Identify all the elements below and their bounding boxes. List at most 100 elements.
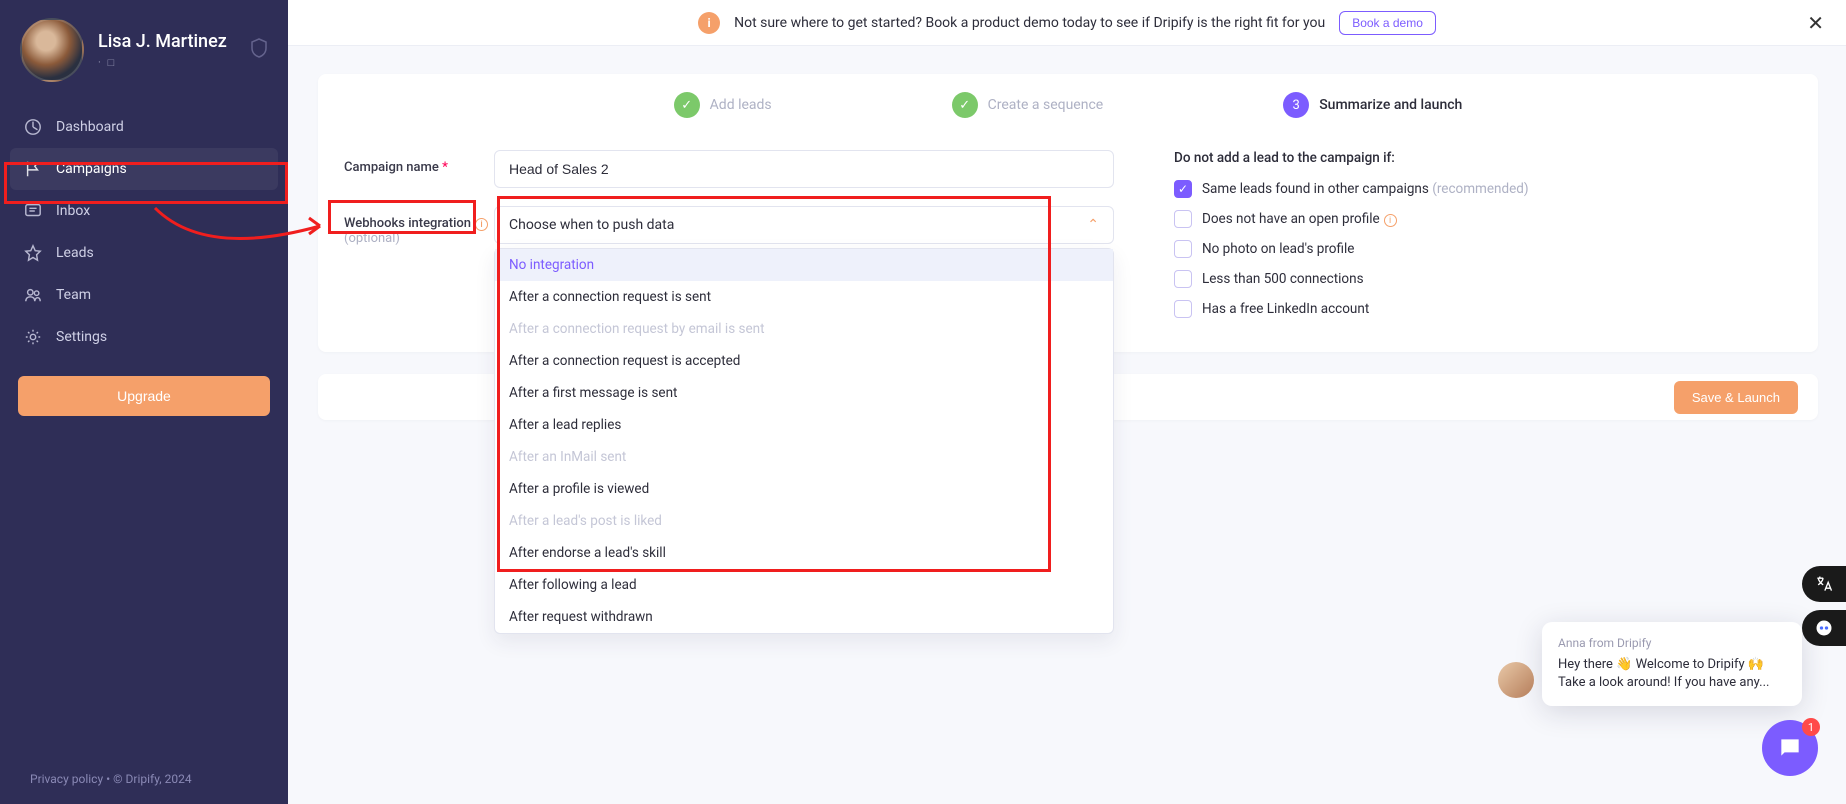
exclude-no-photo[interactable]: No photo on lead's profile [1174, 240, 1792, 258]
campaign-name-label: Campaign name * [344, 150, 494, 175]
chat-avatar [1498, 662, 1534, 698]
nav-label: Settings [56, 329, 107, 345]
dropdown-option: After a connection request by email is s… [495, 313, 1113, 345]
dropdown-option[interactable]: After a connection request is sent [495, 281, 1113, 313]
book-demo-button[interactable]: Book a demo [1339, 11, 1436, 35]
step-create-sequence[interactable]: ✓ Create a sequence [952, 92, 1104, 118]
campaign-name-input[interactable] [494, 150, 1114, 188]
gear-icon [24, 328, 42, 346]
checkbox-icon[interactable] [1174, 300, 1192, 318]
dropdown-option: After a lead's post is liked [495, 505, 1113, 537]
user-avatar[interactable] [20, 18, 84, 82]
sidebar-item-inbox[interactable]: Inbox [10, 190, 278, 232]
checkbox-icon[interactable]: ✓ [1174, 180, 1192, 198]
step-label: Create a sequence [988, 97, 1104, 113]
chat-launcher-button[interactable]: 1 [1762, 720, 1818, 776]
dashboard-icon [24, 118, 42, 136]
privacy-link[interactable]: Privacy policy [30, 772, 103, 786]
dropdown-option[interactable]: No integration [495, 249, 1113, 281]
sidebar: Lisa J. Martinez · □ Dashboard Campaigns… [0, 0, 288, 804]
save-launch-button[interactable]: Save & Launch [1674, 381, 1798, 414]
form-body: Campaign name * Webhooks integrationi (o… [344, 136, 1792, 330]
step-label: Summarize and launch [1319, 97, 1462, 113]
footer-sep: • [103, 772, 113, 786]
exclude-low-connections[interactable]: Less than 500 connections [1174, 270, 1792, 288]
webhook-row: Webhooks integrationi (optional) Choose … [344, 206, 1114, 246]
chat-sender: Anna from Dripify [1558, 636, 1786, 650]
check-icon: ✓ [674, 92, 700, 118]
upgrade-button[interactable]: Upgrade [18, 376, 270, 416]
webhook-label: Webhooks integrationi (optional) [344, 206, 494, 246]
wizard-steps: ✓ Add leads ✓ Create a sequence 3 Summar… [344, 92, 1792, 118]
sidebar-footer: Privacy policy • © Dripify, 2024 [0, 754, 288, 804]
copyright: © Dripify, 2024 [113, 772, 191, 786]
exclusion-rules: Do not add a lead to the campaign if: ✓ … [1174, 150, 1792, 330]
translate-icon [1814, 574, 1834, 594]
sidebar-item-settings[interactable]: Settings [10, 316, 278, 358]
inbox-icon [24, 202, 42, 220]
step-summarize-launch[interactable]: 3 Summarize and launch [1283, 92, 1462, 118]
info-icon[interactable]: i [1384, 214, 1397, 227]
nav-label: Leads [56, 245, 94, 261]
nav-list: Dashboard Campaigns Inbox Leads Team Set… [0, 106, 288, 358]
user-name: Lisa J. Martinez [98, 31, 227, 52]
step-add-leads[interactable]: ✓ Add leads [674, 92, 772, 118]
checkbox-icon[interactable] [1174, 240, 1192, 258]
info-icon[interactable]: i [475, 218, 488, 231]
form-left-col: Campaign name * Webhooks integrationi (o… [344, 150, 1114, 330]
sidebar-item-dashboard[interactable]: Dashboard [10, 106, 278, 148]
webhook-select-head[interactable]: Choose when to push data ⌃ [494, 206, 1114, 244]
demo-banner: i Not sure where to get started? Book a … [288, 0, 1846, 46]
dropdown-option[interactable]: After following a lead [495, 569, 1113, 601]
chat-popup[interactable]: Anna from Dripify Hey there 👋 Welcome to… [1542, 622, 1802, 706]
shield-icon [250, 38, 268, 62]
nav-label: Campaigns [56, 161, 127, 177]
step-label: Add leads [710, 97, 772, 113]
checkbox-icon[interactable] [1174, 210, 1192, 228]
exclusion-title: Do not add a lead to the campaign if: [1174, 150, 1792, 166]
flag-icon [24, 160, 42, 178]
dropdown-option[interactable]: After a first message is sent [495, 377, 1113, 409]
float-widget-translate[interactable] [1802, 566, 1846, 602]
dropdown-option[interactable]: After a connection request is accepted [495, 345, 1113, 377]
banner-text: Not sure where to get started? Book a pr… [734, 15, 1325, 31]
info-icon: i [698, 12, 720, 34]
dropdown-option[interactable]: After request withdrawn [495, 601, 1113, 633]
webhook-dropdown: No integrationAfter a connection request… [494, 248, 1114, 634]
chat-icon [1777, 735, 1803, 761]
check-icon: ✓ [952, 92, 978, 118]
check-label: Has a free LinkedIn account [1202, 301, 1369, 317]
nav-label: Inbox [56, 203, 90, 219]
user-subtitle: · □ [98, 56, 227, 69]
campaign-wizard-card: ✓ Add leads ✓ Create a sequence 3 Summar… [318, 74, 1818, 352]
chat-unread-badge: 1 [1802, 718, 1820, 736]
exclude-same-leads[interactable]: ✓ Same leads found in other campaigns (r… [1174, 180, 1792, 198]
dropdown-option[interactable]: After a lead replies [495, 409, 1113, 441]
team-icon [24, 286, 42, 304]
select-placeholder: Choose when to push data [509, 217, 674, 233]
exclude-free-account[interactable]: Has a free LinkedIn account [1174, 300, 1792, 318]
sidebar-item-team[interactable]: Team [10, 274, 278, 316]
close-icon[interactable]: ✕ [1807, 11, 1824, 35]
nav-label: Dashboard [56, 119, 124, 135]
campaign-name-row: Campaign name * [344, 150, 1114, 188]
sidebar-item-leads[interactable]: Leads [10, 232, 278, 274]
chevron-up-icon: ⌃ [1087, 217, 1099, 233]
bot-icon [1814, 618, 1834, 638]
check-label: Same leads found in other campaigns (rec… [1202, 181, 1529, 197]
checkbox-icon[interactable] [1174, 270, 1192, 288]
dropdown-option[interactable]: After a profile is viewed [495, 473, 1113, 505]
sidebar-item-campaigns[interactable]: Campaigns [10, 148, 278, 190]
chat-message: Hey there 👋 Welcome to Dripify 🙌 Take a … [1558, 656, 1786, 692]
profile-block: Lisa J. Martinez · □ [0, 0, 288, 106]
check-label: Does not have an open profilei [1202, 211, 1397, 227]
star-icon [24, 244, 42, 262]
float-widget-assistant[interactable] [1802, 610, 1846, 646]
webhook-select: Choose when to push data ⌃ No integratio… [494, 206, 1114, 244]
nav-label: Team [56, 287, 91, 303]
exclude-no-open-profile[interactable]: Does not have an open profilei [1174, 210, 1792, 228]
dropdown-option[interactable]: After endorse a lead's skill [495, 537, 1113, 569]
check-label: No photo on lead's profile [1202, 241, 1354, 257]
step-number: 3 [1283, 92, 1309, 118]
check-label: Less than 500 connections [1202, 271, 1364, 287]
